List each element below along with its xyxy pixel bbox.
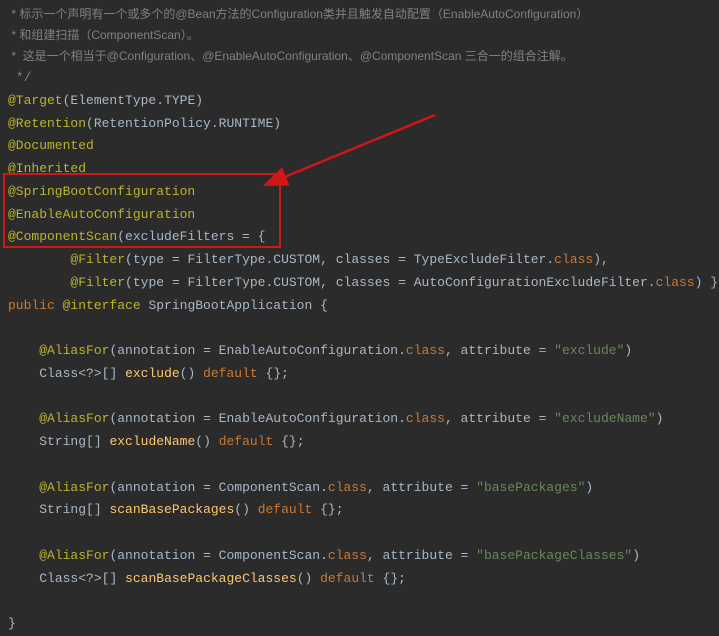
excludename-method-line: String[] excludeName() default {}; xyxy=(8,431,711,454)
interface-declaration-line: public @interface SpringBootApplication … xyxy=(8,295,711,318)
component-scan-line: @ComponentScan(excludeFilters = { xyxy=(8,226,711,249)
aliasfor-annotation-2: @AliasFor xyxy=(39,411,109,426)
comment-line-4: */ xyxy=(8,67,711,90)
filter-annotation-2: @Filter xyxy=(70,275,125,290)
aliasfor-basepackages-line: @AliasFor(annotation = ComponentScan.cla… xyxy=(8,477,711,500)
closing-brace-line: } xyxy=(8,613,711,636)
comment-line-1: * 标示一个声明有一个或多个的@Bean方法的Configuration类并且触… xyxy=(8,4,711,25)
retention-annotation-line: @Retention(RetentionPolicy.RUNTIME) xyxy=(8,113,711,136)
retention-annotation: @Retention xyxy=(8,116,86,131)
inherited-annotation: @Inherited xyxy=(8,161,86,176)
aliasfor-annotation-1: @AliasFor xyxy=(39,343,109,358)
aliasfor-annotation-4: @AliasFor xyxy=(39,548,109,563)
comment-line-3: * 这是一个相当于@Configuration、@EnableAutoConfi… xyxy=(8,46,711,67)
aliasfor-basepackageclasses-line: @AliasFor(annotation = ComponentScan.cla… xyxy=(8,545,711,568)
aliasfor-exclude-line: @AliasFor(annotation = EnableAutoConfigu… xyxy=(8,340,711,363)
enable-autoconfig-line: @EnableAutoConfiguration xyxy=(8,204,711,227)
filter-line-2: @Filter(type = FilterType.CUSTOM, classe… xyxy=(8,272,711,295)
filter-line-1: @Filter(type = FilterType.CUSTOM, classe… xyxy=(8,249,711,272)
comment-line-2: * 和组建扫描（ComponentScan）。 xyxy=(8,25,711,46)
blank-line-2 xyxy=(8,386,711,409)
documented-annotation: @Documented xyxy=(8,138,94,153)
aliasfor-excludename-line: @AliasFor(annotation = EnableAutoConfigu… xyxy=(8,408,711,431)
documented-annotation-line: @Documented xyxy=(8,135,711,158)
enable-autoconfig-annotation: @EnableAutoConfiguration xyxy=(8,207,195,222)
target-annotation: @Target xyxy=(8,93,63,108)
springboot-config-line: @SpringBootConfiguration xyxy=(8,181,711,204)
blank-line-4 xyxy=(8,522,711,545)
component-scan-annotation: @ComponentScan xyxy=(8,229,117,244)
aliasfor-annotation-3: @AliasFor xyxy=(39,480,109,495)
blank-line xyxy=(8,317,711,340)
blank-line-5 xyxy=(8,590,711,613)
scanbasepackages-method-line: String[] scanBasePackages() default {}; xyxy=(8,499,711,522)
scanbasepackageclasses-method-line: Class<?>[] scanBasePackageClasses() defa… xyxy=(8,568,711,591)
exclude-method-line: Class<?>[] exclude() default {}; xyxy=(8,363,711,386)
filter-annotation-1: @Filter xyxy=(70,252,125,267)
blank-line-3 xyxy=(8,454,711,477)
code-block: * 标示一个声明有一个或多个的@Bean方法的Configuration类并且触… xyxy=(0,4,719,636)
inherited-annotation-line: @Inherited xyxy=(8,158,711,181)
springboot-config-annotation: @SpringBootConfiguration xyxy=(8,184,195,199)
target-annotation-line: @Target(ElementType.TYPE) xyxy=(8,90,711,113)
